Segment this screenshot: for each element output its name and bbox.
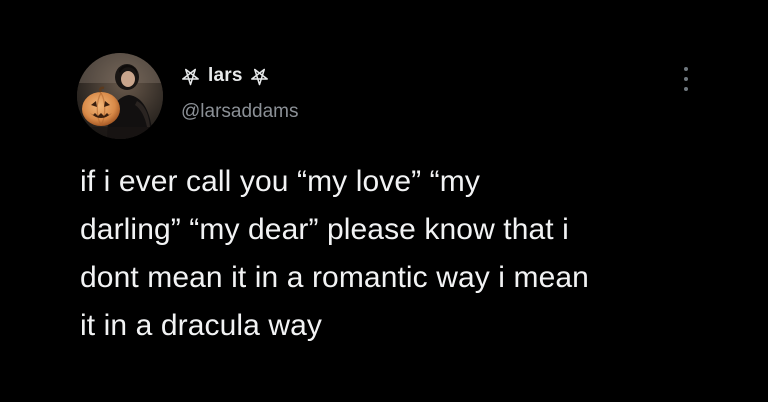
tweet-text-line: it in a dracula way	[80, 309, 323, 342]
inverted-pentagram-icon	[250, 67, 269, 86]
author-display-name[interactable]: lars	[208, 65, 243, 87]
tweet-header: lars @larsaddams	[181, 64, 299, 123]
inverted-pentagram-icon	[181, 67, 200, 86]
tweet-text-line: darling” “my dear” please know that i	[80, 213, 569, 246]
avatar-photo	[77, 53, 163, 139]
author-handle[interactable]: @larsaddams	[181, 101, 299, 123]
more-vertical-icon	[684, 77, 688, 81]
more-vertical-icon	[684, 87, 688, 91]
more-vertical-icon	[684, 67, 688, 71]
tweet-text: if i ever call you “my love” “my darling…	[80, 158, 730, 350]
more-options-button[interactable]	[679, 64, 693, 94]
tweet-card: lars @larsaddams if i ever call you “my …	[0, 0, 768, 402]
avatar[interactable]	[77, 53, 163, 139]
author-name-row[interactable]: lars	[181, 64, 299, 88]
tweet-text-line: dont mean it in a romantic way i mean	[80, 261, 589, 294]
tweet-text-line: if i ever call you “my love” “my	[80, 165, 480, 198]
